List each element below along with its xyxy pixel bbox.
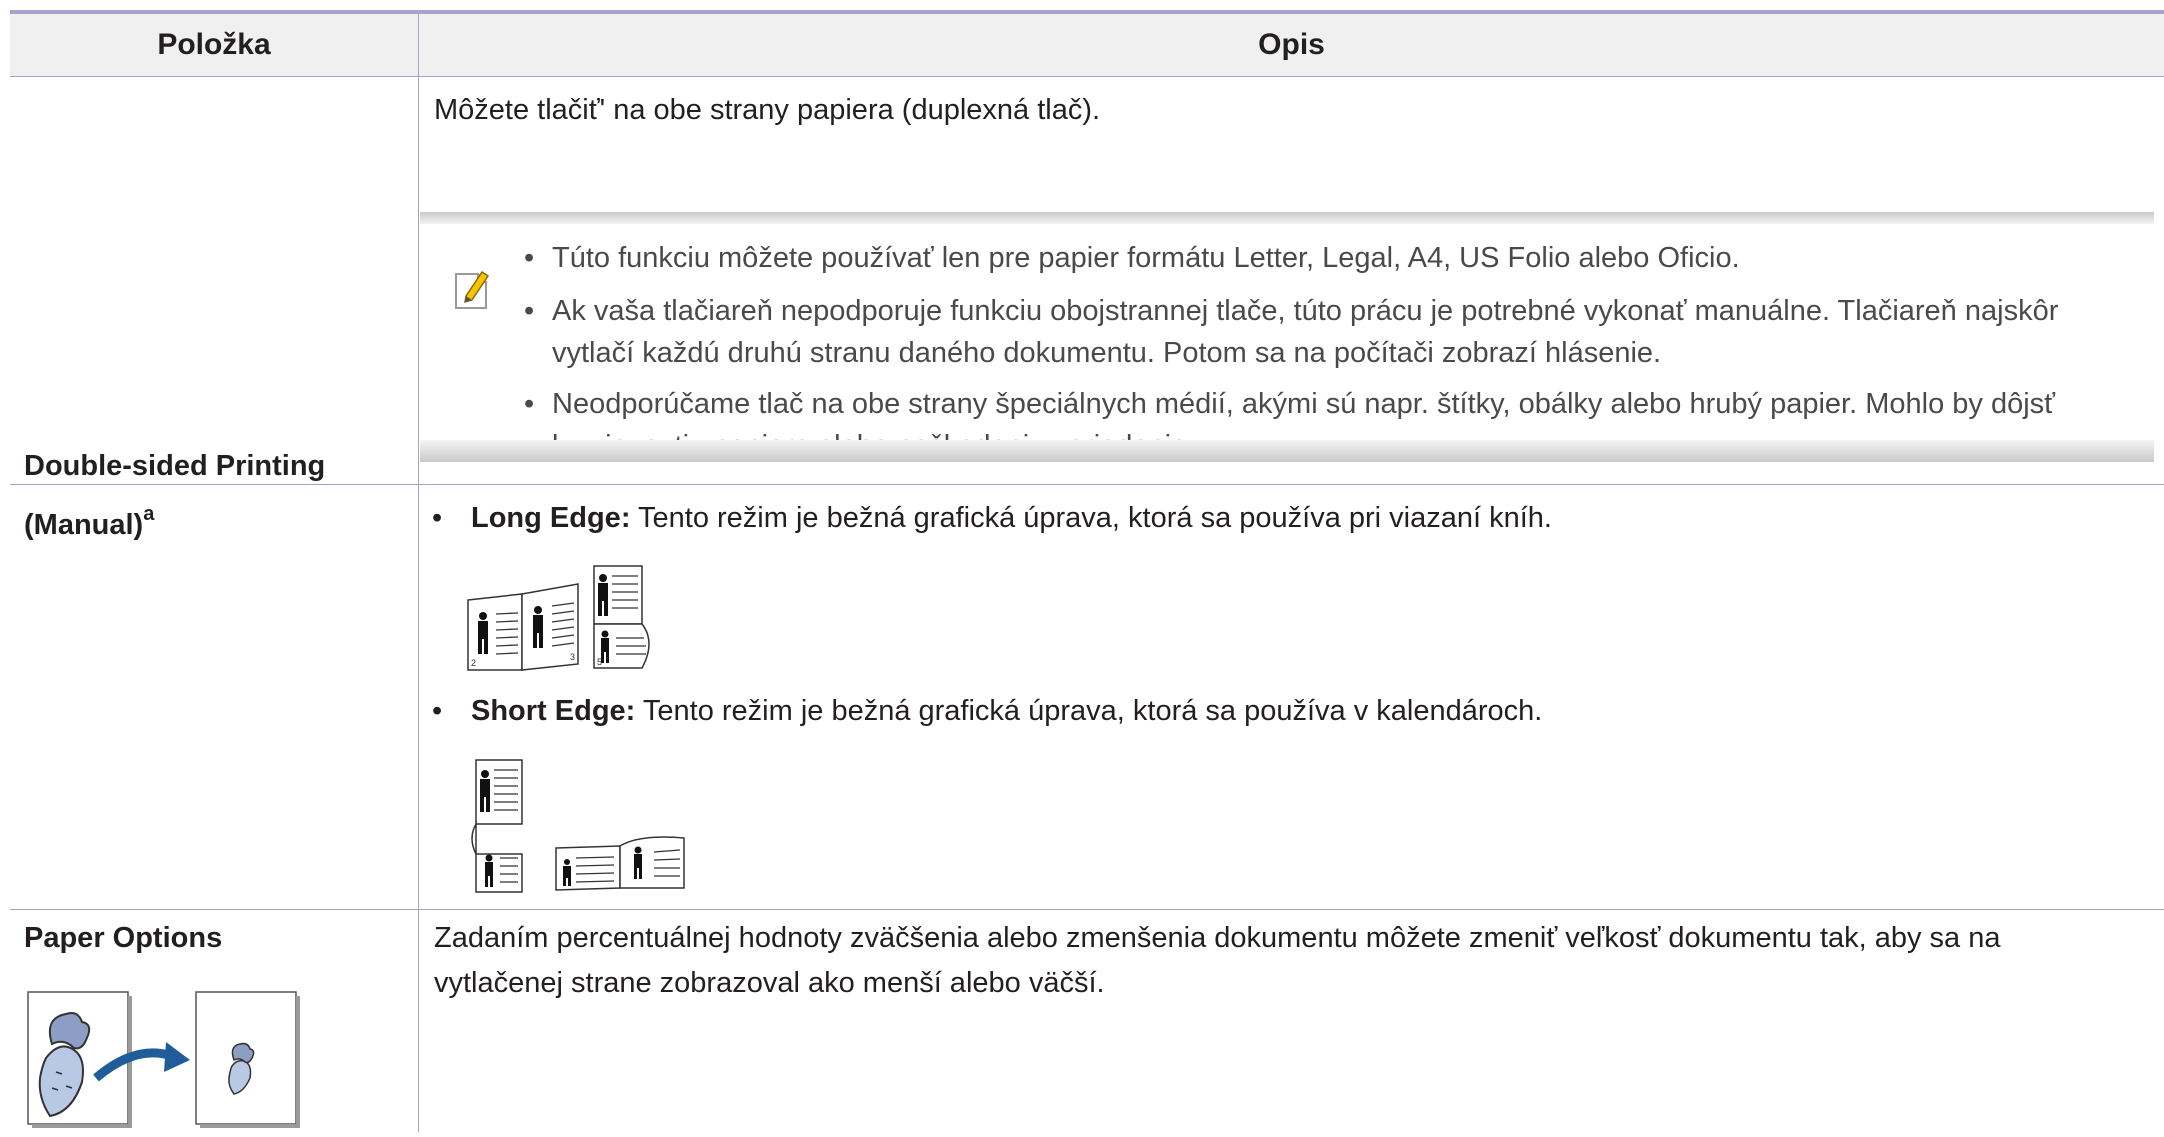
column-divider [418,14,419,1132]
footnote-marker: a [143,503,155,525]
short-edge-text: Short Edge: Tento režim je bežná grafick… [471,695,1543,727]
note-item-3-line-1: Neodporúčame tlač na obe strany špeciáln… [552,388,2056,420]
svg-text:3: 3 [570,652,575,662]
note-bottom-bar [420,440,2154,462]
row-label-paper-options: Paper Options [24,922,223,954]
long-edge-text: Long Edge: Tento režim je bežná grafická… [471,502,1552,534]
header-description: Opis [1258,28,1325,61]
note-box: • Túto funkciu môžete používať len pre p… [420,212,2154,462]
svg-text:5: 5 [597,657,602,667]
note-item-1: Túto funkciu môžete používať len pre pap… [552,242,1740,274]
table-header: Položka Opis [10,14,2164,77]
row-label-double-sided: Double-sided Printing [24,450,326,482]
note-top-bar [420,212,2154,224]
note-item-2-line-2: vytlačí každú druhú stranu daného dokume… [552,337,1662,369]
intro-text: Môžete tlačiť' na obe strany papiera (du… [434,94,1101,126]
short-edge-illustration [470,758,690,899]
sub-row-divider [10,484,2164,485]
svg-text:2: 2 [471,658,476,668]
row-label-manual: (Manual)a [24,503,155,541]
note-pencil-icon [452,268,492,317]
row-divider [10,909,2164,910]
header-item: Položka [157,28,271,61]
long-edge-illustration: 2 3 5 [466,564,688,679]
note-item-2-line-1: Ak vaša tlačiareň nepodporuje funkciu ob… [552,295,2059,327]
paper-options-desc-line-2: vytlačenej strane zobrazoval ako menší a… [434,967,1105,999]
scale-illustration [26,988,306,1137]
paper-options-desc-line-1: Zadaním percentuálnej hodnoty zväčšenia … [434,922,2001,954]
